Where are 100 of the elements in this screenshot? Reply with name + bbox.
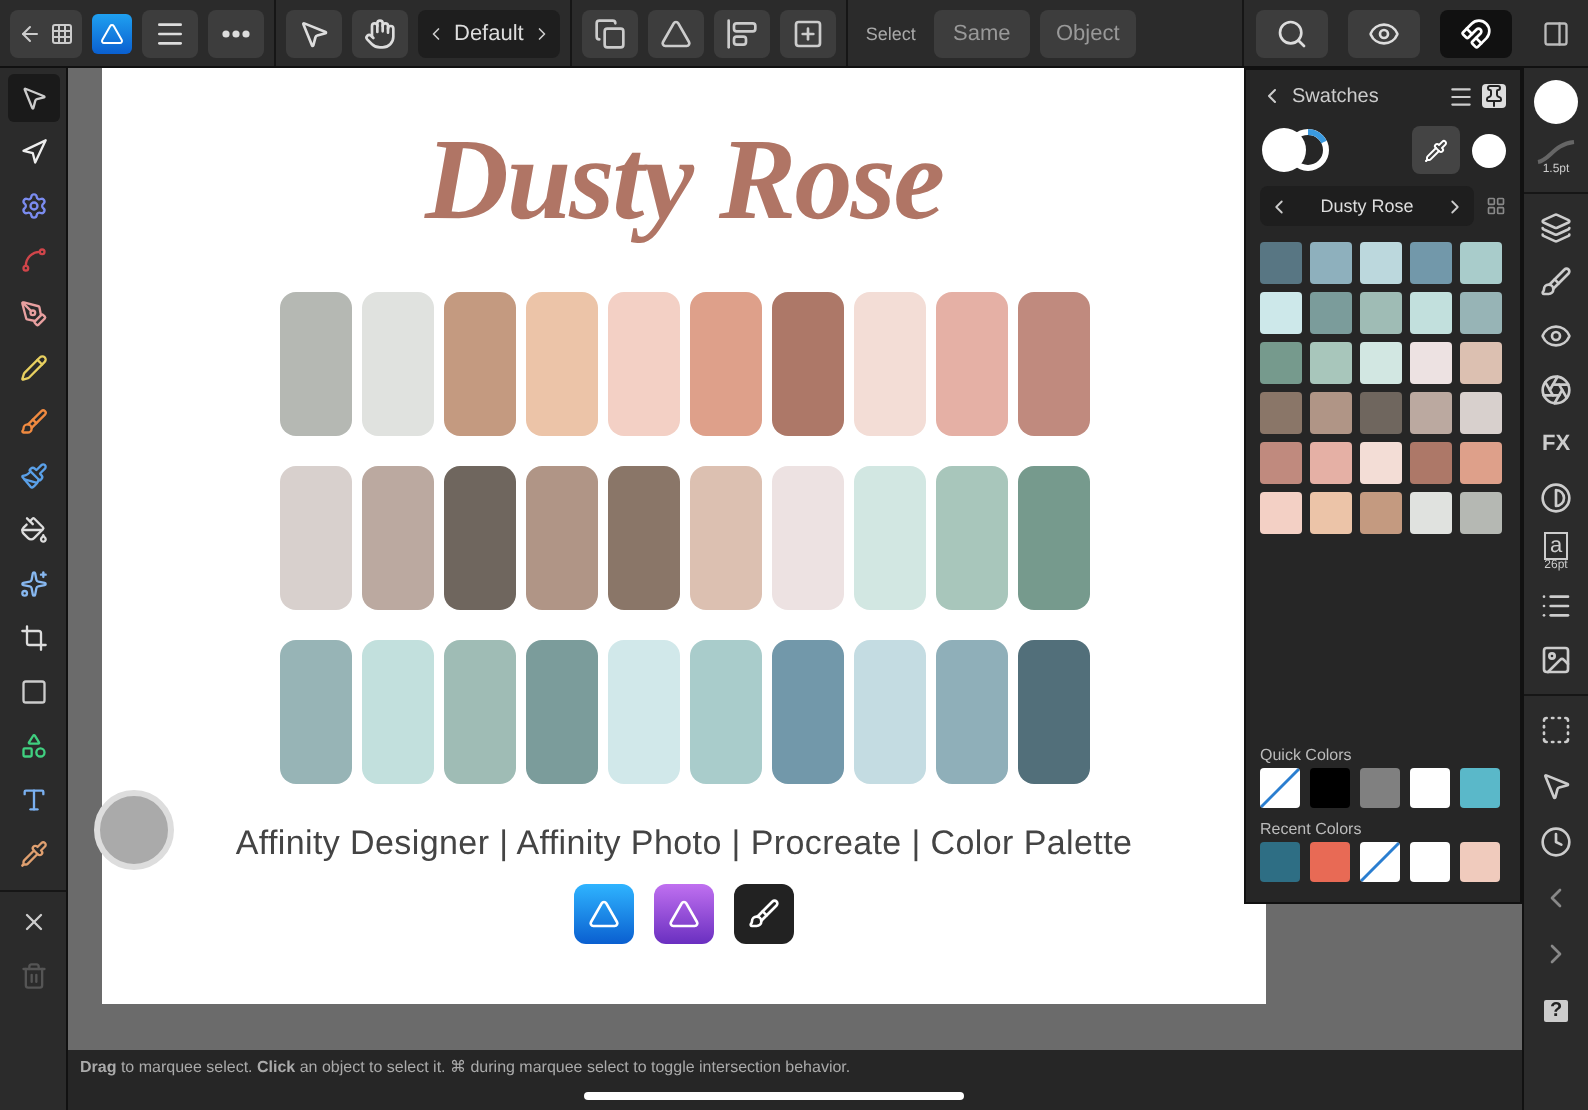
app-icon [574,884,634,944]
color-swatch[interactable] [1410,842,1450,882]
gesture-tool-button[interactable] [352,9,408,57]
back-button[interactable] [10,9,82,57]
color-swatch[interactable] [1460,292,1502,334]
no-color-swatch[interactable] [1360,842,1400,882]
flip-button[interactable] [647,9,704,57]
color-swatch[interactable] [1460,492,1502,534]
insert-button[interactable] [779,9,836,57]
fill-stroke-selector[interactable] [1260,126,1332,174]
layers-icon [1540,212,1572,244]
color-swatch[interactable] [1260,442,1302,484]
color-swatch[interactable] [1360,242,1402,284]
color-swatch[interactable] [1360,442,1402,484]
menu-icon[interactable] [1448,83,1474,109]
color-swatch[interactable] [1260,242,1302,284]
eye-icon [1540,320,1572,352]
pointer-tool-button[interactable] [286,9,342,57]
color-swatch[interactable] [1410,392,1452,434]
color-swatch[interactable] [1260,392,1302,434]
menu-icon [154,17,186,49]
sparkles-icon [19,568,47,600]
move-tool[interactable] [7,74,59,122]
zoom-icon [1275,17,1307,49]
color-swatch[interactable] [1310,768,1350,808]
snap-button[interactable] [1439,9,1511,57]
trash-icon [19,962,47,990]
color-swatch[interactable] [1460,242,1502,284]
picked-color-well[interactable] [1472,133,1506,167]
gear-icon [19,190,47,222]
app-icon [734,884,794,944]
select-label: Select [863,23,918,43]
color-swatch[interactable] [1260,842,1300,882]
no-color-swatch[interactable] [1260,768,1300,808]
eyedropper-button[interactable] [1412,126,1460,174]
pointer-icon [1540,770,1572,802]
help-button[interactable]: ? [1530,988,1582,1032]
hand-icon [364,17,396,49]
arrange-icon [593,17,626,49]
color-swatch[interactable] [1410,768,1450,808]
select-option-button[interactable]: Same [933,9,1030,57]
color-swatch[interactable] [1360,392,1402,434]
more-button[interactable] [208,9,264,57]
color-swatch[interactable] [1410,442,1452,484]
select-option-button[interactable]: Object [1039,9,1136,57]
color-swatch[interactable] [1310,292,1352,334]
color-swatch[interactable] [1460,342,1502,384]
color-swatch[interactable] [1360,342,1402,384]
more-icon [222,29,250,37]
menu-button[interactable] [142,9,198,57]
pencil-icon [19,352,47,384]
app-logo-icon[interactable] [92,13,132,53]
effects-button[interactable]: FX [1530,422,1582,466]
color-swatch[interactable] [1360,768,1400,808]
pen-icon [19,298,47,330]
rectangle-icon [19,676,47,708]
status-hint: Drag to marquee select. Click an object to select it. ⌘ during marquee select to toggle intersection behavior. [68,1050,1522,1110]
arrange-button[interactable] [581,9,638,57]
color-swatch[interactable] [1410,242,1452,284]
color-swatch[interactable] [1410,292,1452,334]
color-swatch[interactable] [1460,842,1500,882]
crop-icon [19,622,47,654]
recent-colors-label: Recent Colors [1260,820,1364,838]
eye-icon [1367,17,1399,49]
insert-icon [791,17,824,49]
palette-caption: Affinity Designer | Affinity Photo | Procreate | Color Palette [235,824,1133,864]
color-swatch[interactable] [1310,342,1352,384]
fill-color-well[interactable] [1534,80,1578,124]
color-swatch[interactable] [1260,492,1302,534]
color-swatch[interactable] [1410,342,1452,384]
color-swatch[interactable] [1310,242,1352,284]
align-button[interactable] [713,9,770,57]
text-icon [19,784,47,816]
palette-selector[interactable]: Dusty Rose [1260,186,1474,226]
color-swatch[interactable] [1310,492,1352,534]
image-icon [1540,644,1572,676]
palette-title: Dusty Rose [424,112,944,248]
pin-icon[interactable] [1482,84,1506,108]
dropper-icon [19,838,47,870]
color-swatch[interactable] [1260,342,1302,384]
zoom-button[interactable] [1255,9,1327,57]
half-circle-icon [1540,482,1572,514]
align-icon [725,17,758,49]
grid-view-icon[interactable] [1486,196,1506,216]
list-icon [1540,590,1572,622]
color-swatch[interactable] [1310,392,1352,434]
preset-selector[interactable]: Default [418,9,560,57]
color-swatch[interactable] [1460,442,1502,484]
color-swatch[interactable] [1310,442,1352,484]
app-icon [654,884,714,944]
color-swatch[interactable] [1410,492,1452,534]
color-swatch[interactable] [1460,768,1500,808]
color-swatch[interactable] [1460,392,1502,434]
stroke-curve-icon [1536,140,1576,164]
clock-icon [1540,826,1572,858]
color-swatch[interactable] [1360,292,1402,334]
color-swatch[interactable] [1360,492,1402,534]
color-swatch[interactable] [1310,842,1350,882]
color-swatch[interactable] [1260,292,1302,334]
view-button[interactable] [1347,9,1419,57]
